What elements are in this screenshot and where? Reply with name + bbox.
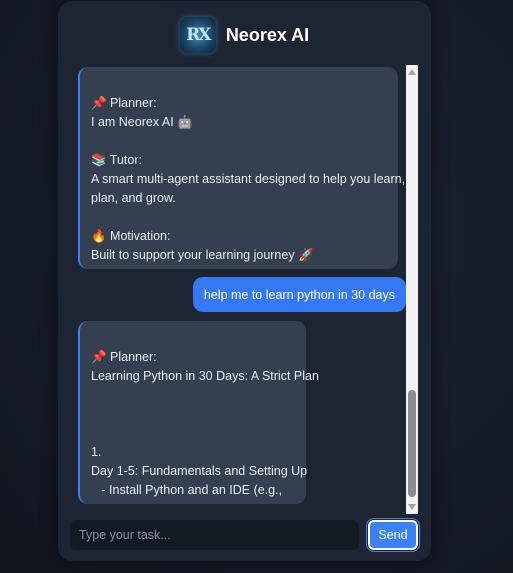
message-line: 📚 Tutor: [91, 153, 142, 167]
message-scrollbar[interactable] [406, 65, 418, 514]
bot-message-intro: 📌 Planner: I am Neorex AI 🤖 📚 Tutor: A s… [78, 67, 406, 269]
message-line: Learning Python in 30 Days: A Strict Pla… [91, 369, 319, 383]
chat-header: RX Neorex AI [58, 13, 431, 57]
message-line: Built to support your learning journey 🚀 [91, 248, 314, 262]
bot-message-plan: 📌 Planner: Learning Python in 30 Days: A… [78, 321, 319, 504]
message-line: - Install Python and an IDE (e.g., [91, 483, 283, 497]
message-line [91, 386, 294, 405]
message-line [91, 132, 386, 151]
composer: Send [70, 520, 420, 550]
task-input[interactable] [70, 520, 359, 550]
message-line: I am Neorex AI 🤖 [91, 115, 193, 129]
message-line: 1. [91, 445, 102, 459]
message-line: 📌 Planner: [91, 96, 157, 110]
neorex-logo-icon: RX [179, 17, 216, 53]
user-message: help me to learn python in 30 days [192, 277, 406, 312]
message-list[interactable]: 📌 Planner: I am Neorex AI 🤖 📚 Tutor: A s… [78, 66, 408, 513]
send-button[interactable]: Send [368, 520, 418, 550]
logo-monogram: RX [186, 25, 211, 45]
message-line [91, 208, 386, 227]
message-line: 📌 Planner: [91, 350, 157, 364]
message-line [91, 424, 294, 443]
app-title: Neorex AI [225, 24, 310, 45]
message-line: plan, and grow. [91, 191, 176, 205]
scroll-down-arrow-icon[interactable] [408, 504, 416, 510]
message-line [91, 405, 294, 424]
message-line: Day 1-5: Fundamentals and Setting Up [91, 464, 308, 478]
message-line: 🔥 Motivation: [91, 229, 171, 243]
chat-window: RX Neorex AI 📌 Planner: I am Neorex AI 🤖… [58, 1, 431, 561]
message-line: A smart multi-agent assistant designed t… [91, 172, 406, 186]
scrollbar-thumb[interactable] [408, 390, 416, 497]
scroll-up-arrow-icon[interactable] [408, 69, 416, 75]
